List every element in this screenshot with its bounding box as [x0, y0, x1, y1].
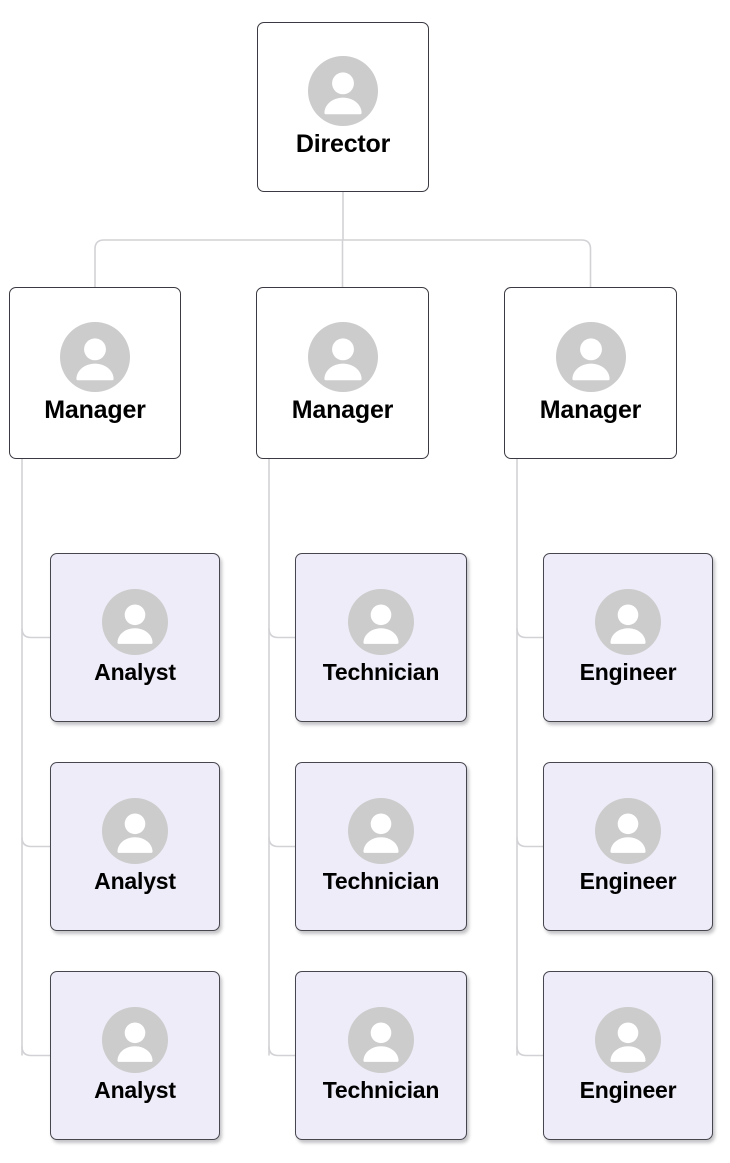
edge-manager-1-to-analyst-2: [21, 837, 50, 848]
org-node-label: Analyst: [94, 868, 176, 894]
person-avatar-icon: [348, 589, 414, 655]
org-node-label: Engineer: [579, 1077, 677, 1103]
edge-manager-1-to-analyst-1: [21, 628, 50, 639]
org-node-label: Director: [295, 129, 391, 158]
org-node-technician-3[interactable]: Technician: [295, 971, 467, 1140]
org-node-manager-3[interactable]: Manager: [504, 287, 677, 459]
person-avatar-icon: [595, 589, 661, 655]
person-avatar-icon: [102, 1007, 168, 1073]
person-avatar-icon: [348, 798, 414, 864]
person-avatar-icon: [308, 55, 378, 126]
org-node-manager-1[interactable]: Manager: [9, 287, 181, 459]
edge-manager-1-to-analyst-3: [21, 1046, 50, 1057]
org-node-technician-1[interactable]: Technician: [295, 553, 467, 722]
person-avatar-icon: [60, 321, 130, 392]
org-node-analyst-1[interactable]: Analyst: [50, 553, 220, 722]
org-node-engineer-2[interactable]: Engineer: [543, 762, 713, 931]
org-node-analyst-2[interactable]: Analyst: [50, 762, 220, 931]
edge-director-to-manager-3: [343, 239, 592, 287]
person-avatar-icon: [595, 798, 661, 864]
org-node-engineer-1[interactable]: Engineer: [543, 553, 713, 722]
org-chart: Director Manager Manager Manager Analyst Anal…: [0, 0, 730, 1163]
org-node-analyst-3[interactable]: Analyst: [50, 971, 220, 1140]
org-node-label: Technician: [322, 1077, 440, 1103]
person-avatar-icon: [595, 1007, 661, 1073]
edge-manager-2-to-technician-2: [268, 837, 295, 848]
org-node-label: Manager: [291, 395, 394, 424]
edge-manager-3-to-engineer-1: [516, 628, 543, 639]
edge-manager-3-to-engineer-2: [516, 837, 543, 848]
org-node-engineer-3[interactable]: Engineer: [543, 971, 713, 1140]
org-node-technician-2[interactable]: Technician: [295, 762, 467, 931]
edge-manager-2-to-technician-1: [268, 628, 295, 639]
org-node-label: Engineer: [579, 659, 677, 685]
person-avatar-icon: [102, 589, 168, 655]
org-node-manager-2[interactable]: Manager: [256, 287, 429, 459]
org-node-director[interactable]: Director: [257, 22, 429, 192]
org-node-label: Analyst: [94, 659, 176, 685]
person-avatar-icon: [348, 1007, 414, 1073]
org-node-label: Analyst: [94, 1077, 176, 1103]
org-node-label: Technician: [322, 868, 440, 894]
edge-director-to-manager-1: [94, 239, 343, 287]
edge-manager-2-to-technician-3: [268, 1046, 295, 1057]
org-node-label: Manager: [44, 395, 146, 424]
org-node-label: Engineer: [579, 868, 677, 894]
org-node-label: Manager: [539, 395, 642, 424]
edge-manager-3-to-engineer-3: [516, 1046, 543, 1057]
person-avatar-icon: [555, 321, 626, 392]
person-avatar-icon: [307, 321, 378, 392]
person-avatar-icon: [102, 798, 168, 864]
org-node-label: Technician: [322, 659, 440, 685]
